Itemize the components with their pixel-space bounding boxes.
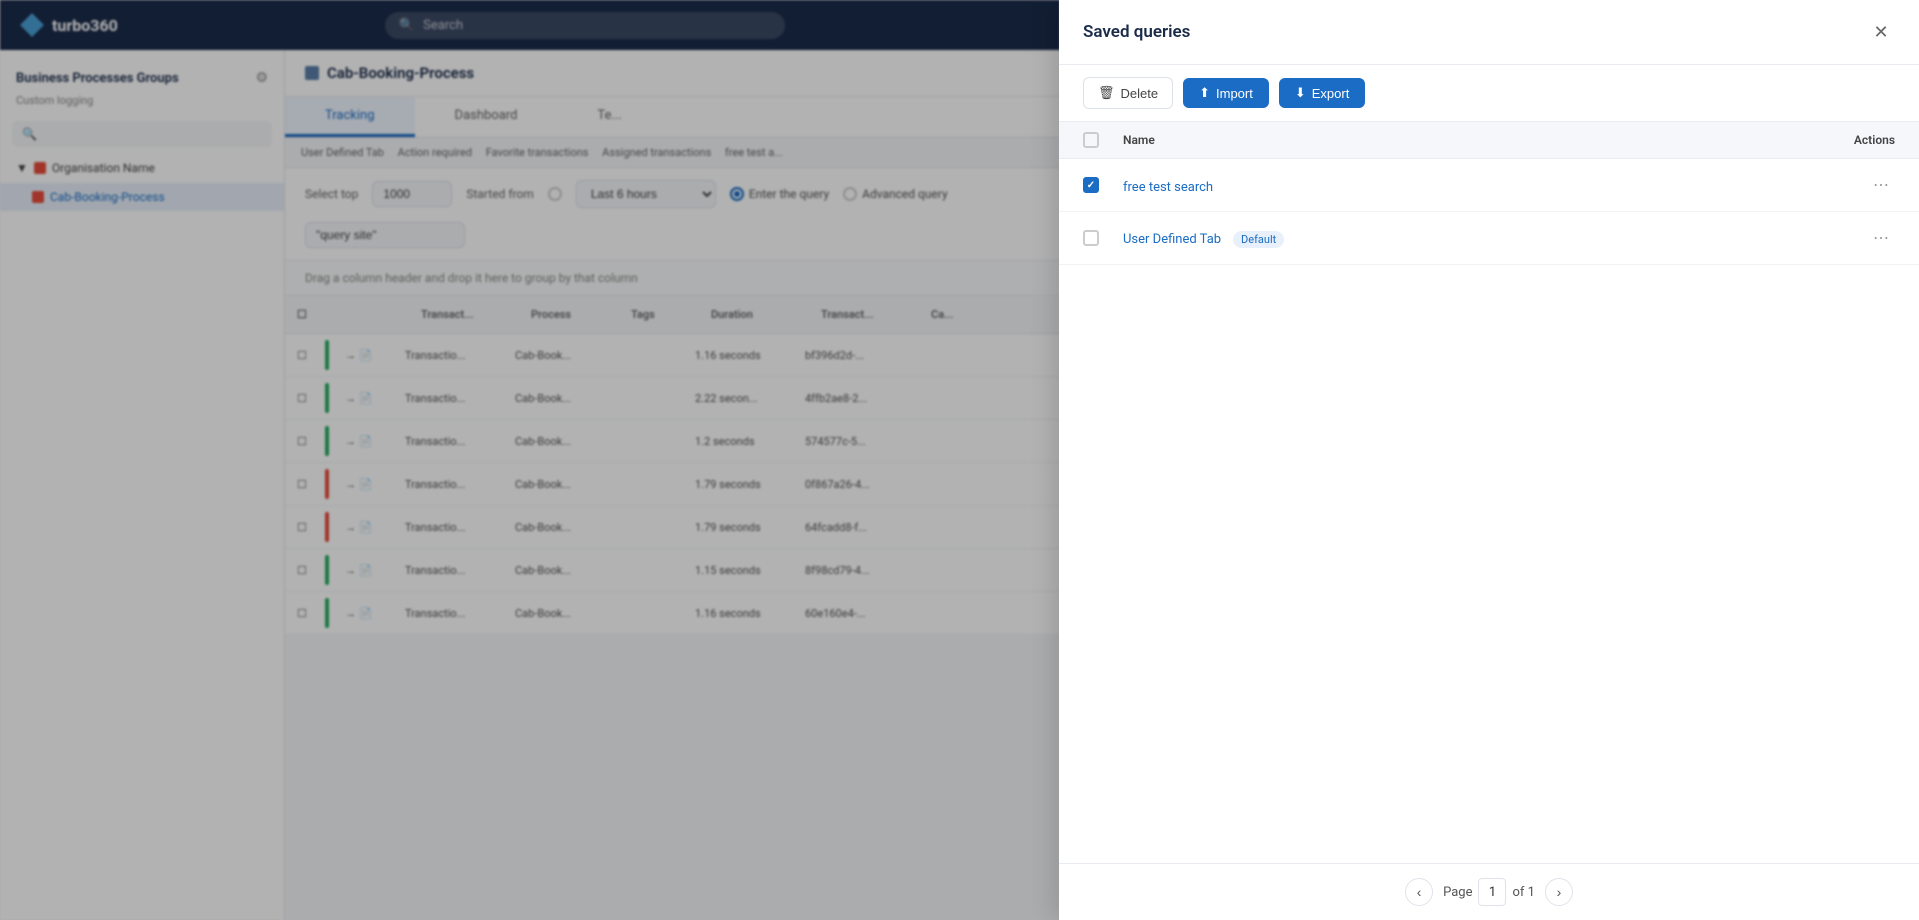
modal-toolbar: 🗑 Delete ⬆ Import ⬇ Export [1059,65,1919,122]
item-checkbox-1[interactable] [1083,177,1099,193]
item-more-button-2[interactable]: ⋯ [1867,226,1895,250]
export-icon: ⬇ [1295,85,1306,101]
modal-footer: ‹ Page 1 of 1 › [1059,863,1919,920]
export-button[interactable]: ⬇ Export [1279,78,1365,108]
list-header-check[interactable] [1083,132,1123,148]
modal-list-header: Name Actions [1059,122,1919,159]
of-label: of 1 [1512,885,1534,900]
modal-close-button[interactable]: ✕ [1867,18,1895,46]
modal-list: free test search ⋯ User Defined Tab Defa… [1059,159,1919,863]
item-more-button-1[interactable]: ⋯ [1867,173,1895,197]
list-header-name: Name [1123,133,1795,147]
modal-title: Saved queries [1083,22,1190,42]
next-page-button[interactable]: › [1545,878,1573,906]
saved-query-item-2: User Defined Tab Default ⋯ [1059,212,1919,265]
pagination-text: Page 1 of 1 [1443,878,1535,906]
item-name-col-2: User Defined Tab Default [1123,228,1795,248]
item-name-col-1: free test search [1123,176,1795,195]
prev-page-button[interactable]: ‹ [1405,878,1433,906]
item-check-col-2 [1083,230,1123,246]
delete-icon: 🗑 [1098,85,1115,101]
item-name-2[interactable]: User Defined Tab [1123,232,1221,247]
saved-query-item-1: free test search ⋯ [1059,159,1919,212]
delete-button[interactable]: 🗑 Delete [1083,77,1173,109]
item-actions-col-1: ⋯ [1795,173,1895,197]
list-header-actions: Actions [1795,133,1895,147]
page-label: Page [1443,885,1472,900]
item-actions-col-2: ⋯ [1795,226,1895,250]
header-checkbox[interactable] [1083,132,1099,148]
item-badge-2: Default [1233,231,1284,248]
current-page-number[interactable]: 1 [1478,878,1506,906]
item-check-col-1 [1083,177,1123,193]
item-name-1[interactable]: free test search [1123,180,1213,195]
item-checkbox-2[interactable] [1083,230,1099,246]
import-icon: ⬆ [1199,85,1210,101]
import-button[interactable]: ⬆ Import [1183,78,1269,108]
modal-header: Saved queries ✕ [1059,0,1919,65]
saved-queries-modal: Saved queries ✕ 🗑 Delete ⬆ Import ⬇ Expo… [1059,0,1919,920]
